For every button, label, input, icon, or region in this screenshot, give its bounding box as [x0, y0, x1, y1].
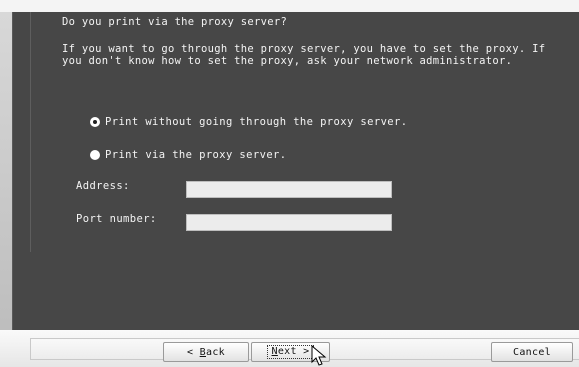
next-button-rest: ext >: [277, 346, 310, 357]
proxy-settings-dialog: Do you print via the proxy server? If yo…: [0, 0, 579, 367]
radio-no-proxy[interactable]: [90, 117, 100, 127]
option-use-proxy-label: Print via the proxy server.: [105, 149, 287, 161]
question-title: Do you print via the proxy server?: [62, 16, 288, 28]
radio-use-proxy[interactable]: [90, 150, 100, 160]
panel-divider: [30, 12, 31, 252]
address-input[interactable]: [186, 181, 392, 198]
question-description: If you want to go through the proxy serv…: [62, 43, 546, 67]
content-panel: Do you print via the proxy server? If yo…: [12, 12, 579, 330]
port-input[interactable]: [186, 214, 392, 231]
side-strip: [0, 12, 12, 338]
button-bar: < Back Next > Cancel: [0, 330, 579, 367]
option-no-proxy[interactable]: Print without going through the proxy se…: [90, 115, 407, 129]
port-label: Port number:: [76, 213, 157, 225]
back-button-prefix: <: [187, 346, 200, 358]
option-no-proxy-label: Print without going through the proxy se…: [105, 116, 408, 128]
option-use-proxy[interactable]: Print via the proxy server.: [90, 148, 286, 162]
next-button-focus: Next >: [266, 345, 315, 359]
cancel-button[interactable]: Cancel: [491, 342, 573, 362]
back-button-rest: ack: [206, 346, 225, 358]
mouse-pointer-icon: [311, 345, 327, 366]
back-button[interactable]: < Back: [163, 342, 249, 362]
address-label: Address:: [76, 180, 130, 192]
